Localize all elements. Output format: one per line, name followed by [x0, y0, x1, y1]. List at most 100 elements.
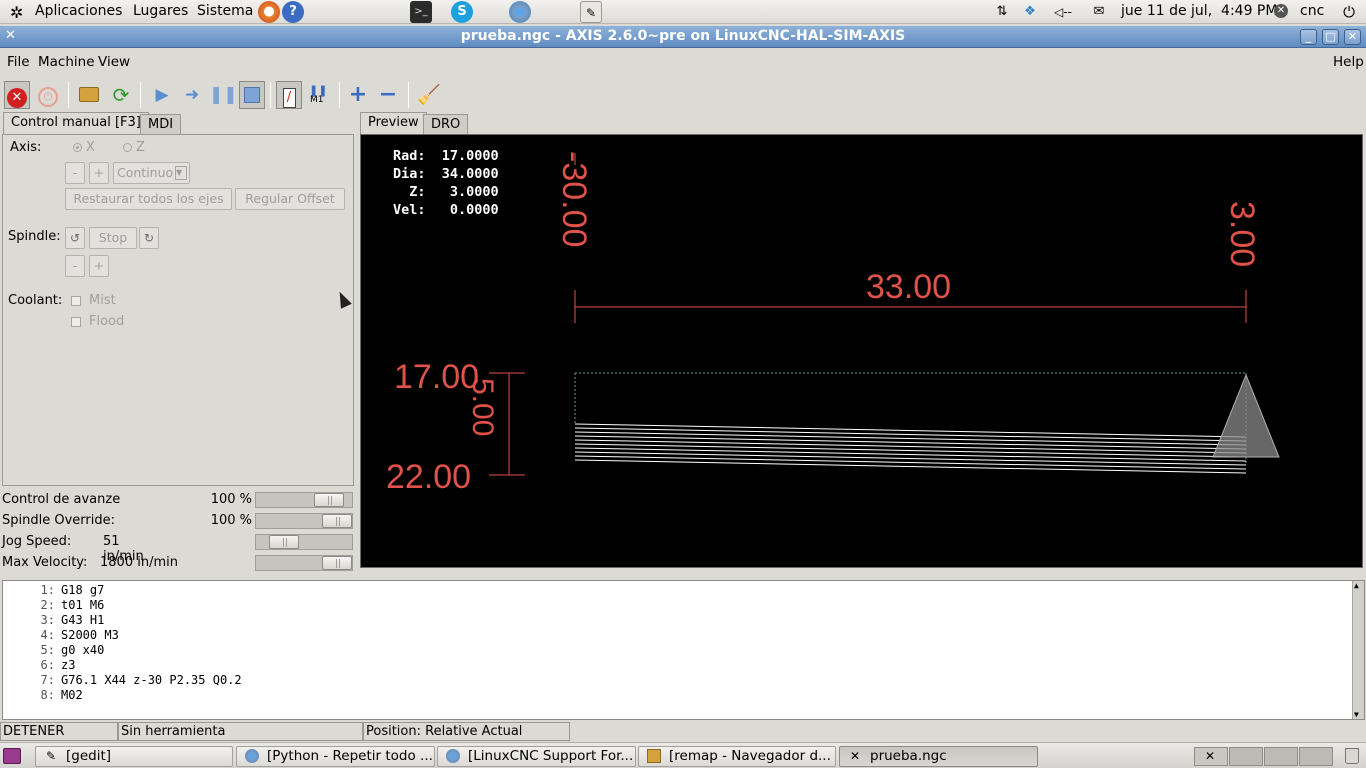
menu-machine[interactable]: Machine	[38, 54, 95, 70]
menu-applications[interactable]: Aplicaciones	[35, 3, 122, 19]
minimize-icon[interactable]: _	[1300, 29, 1317, 45]
vertical-scrollbar[interactable]: ▲ ▼	[1352, 581, 1364, 719]
power-icon[interactable]: ⏻	[1338, 1, 1360, 23]
menu-system[interactable]: Sistema	[197, 3, 253, 19]
ubuntu-logo-icon[interactable]: ✲	[10, 3, 23, 22]
menu-view[interactable]: View	[98, 54, 130, 70]
zoom-in-button[interactable]: +	[345, 81, 371, 109]
toolbar-separator	[68, 82, 69, 108]
menu-help[interactable]: Help	[1333, 54, 1364, 70]
line-code: M02	[61, 688, 83, 702]
dim-length-label: 33.00	[866, 268, 951, 306]
spindle-faster-button[interactable]: +	[89, 255, 109, 277]
axis-z-label: Z	[136, 140, 145, 155]
machine-power-button[interactable]: ⏻	[35, 81, 61, 109]
trash-icon[interactable]	[1345, 748, 1359, 764]
show-desktop-icon[interactable]	[3, 748, 21, 764]
taskbar-item-linuxcnc-forum[interactable]: [LinuxCNC Support For...	[437, 746, 636, 767]
spindle-ccw-button[interactable]: ↺	[65, 227, 85, 249]
volume-icon[interactable]: ◁--	[1050, 1, 1076, 23]
spindle-cw-button[interactable]: ↻	[139, 227, 159, 249]
window-titlebar[interactable]: ✕ prueba.ngc - AXIS 2.6.0~pre on LinuxCN…	[0, 26, 1366, 48]
axis-x-radio[interactable]: X	[73, 140, 95, 155]
step-button[interactable]: ➜	[179, 81, 205, 109]
spindle-stop-button[interactable]: Stop	[89, 227, 137, 249]
line-code: G18 g7	[61, 583, 105, 597]
skype-icon[interactable]: S	[451, 1, 473, 23]
maximize-icon[interactable]: □	[1322, 29, 1339, 45]
touch-off-button[interactable]: Regular Offset	[235, 188, 345, 210]
feed-override-label: Control de avanze	[2, 492, 121, 507]
block-delete-button[interactable]: /	[276, 81, 302, 109]
slider-thumb[interactable]	[322, 514, 352, 528]
axis-z-radio[interactable]: Z	[123, 140, 145, 155]
line-code: t01 M6	[61, 598, 105, 612]
spindle-slower-button[interactable]: -	[65, 255, 85, 277]
tab-manual-control[interactable]: Control manual [F3]	[3, 112, 149, 135]
help-icon[interactable]: ?	[282, 1, 304, 23]
dropbox-icon[interactable]: ❖	[1019, 1, 1041, 23]
jog-speed-slider[interactable]	[255, 534, 353, 550]
taskbar-item-remap[interactable]: [remap - Navegador d...	[638, 746, 836, 767]
toolpath-canvas: -30.00 3.00 33.00 17.00 22.00 5.00	[386, 151, 1280, 496]
workspace-1[interactable]: ✕	[1194, 747, 1228, 766]
slider-thumb[interactable]	[314, 493, 344, 507]
menu-places[interactable]: Lugares	[133, 3, 188, 19]
mist-label: Mist	[89, 293, 116, 308]
toolbar: ✕ ⏻ ⟳ ▶ ➜ ❚❚ / ❚❚ M1 + − 🧹	[0, 78, 1366, 112]
terminal-icon[interactable]: >_	[410, 1, 432, 23]
pause-button[interactable]: ❚❚	[209, 81, 238, 109]
reload-button[interactable]: ⟳	[108, 81, 134, 109]
workspace-3[interactable]	[1264, 747, 1298, 766]
user-status-icon[interactable]: ✕	[1274, 4, 1288, 18]
open-file-button[interactable]	[76, 81, 102, 109]
zoom-out-button[interactable]: −	[375, 81, 401, 109]
network-icon[interactable]: ⇅	[991, 1, 1013, 23]
line-code: S2000 M3	[61, 628, 119, 642]
clock[interactable]: jue 11 de jul, 4:49 PM	[1121, 3, 1277, 19]
toolbar-separator	[339, 82, 340, 108]
mist-checkbox[interactable]: Mist	[71, 293, 116, 308]
gcode-listing[interactable]: 1: G18 g7 2: t01 M6 3: G43 H1 4: S2000 M3 5:…	[2, 580, 1365, 720]
workspace-4[interactable]	[1299, 747, 1333, 766]
spindle-override-slider[interactable]	[255, 513, 353, 529]
estop-button[interactable]: ✕	[4, 81, 30, 109]
max-velocity-slider[interactable]	[255, 555, 353, 571]
tab-preview[interactable]: Preview	[360, 112, 427, 135]
text-editor-icon[interactable]: ✎	[580, 1, 602, 23]
firefox-icon[interactable]: ●	[258, 1, 280, 23]
threading-passes	[574, 423, 1247, 474]
taskbar-item-axis[interactable]: ✕ prueba.ngc	[839, 746, 1038, 767]
clear-plot-button[interactable]: 🧹	[416, 81, 442, 109]
jog-plus-button[interactable]: +	[89, 162, 109, 184]
line-number: 1:	[40, 583, 55, 597]
flood-label: Flood	[89, 314, 125, 329]
close-icon[interactable]: ✕	[1344, 29, 1361, 45]
chromium-icon[interactable]	[509, 1, 531, 23]
slider-thumb[interactable]	[322, 556, 352, 570]
taskbar-item-gedit[interactable]: ✎ [gedit]	[35, 746, 233, 767]
menu-file[interactable]: File	[7, 54, 30, 70]
slider-thumb[interactable]	[269, 535, 299, 549]
jog-increment-select[interactable]: Continuo ▼	[113, 162, 190, 184]
home-all-button[interactable]: Restaurar todos los ejes	[65, 188, 232, 210]
scroll-down-icon[interactable]: ▼	[1354, 710, 1359, 719]
user-name[interactable]: cnc	[1300, 3, 1324, 19]
mail-icon[interactable]: ✉	[1088, 1, 1110, 23]
line-number: 5:	[40, 643, 55, 657]
stop-button[interactable]	[239, 81, 265, 109]
run-button[interactable]: ▶	[149, 81, 175, 109]
coolant-label: Coolant:	[8, 293, 63, 308]
optional-stop-button[interactable]: ❚❚ M1	[306, 81, 332, 109]
tab-dro[interactable]: DRO	[423, 114, 469, 135]
flood-checkbox[interactable]: Flood	[71, 314, 124, 329]
toolpath-preview[interactable]: Rad: 17.0000 Dia: 34.0000 Z: 3.0000 Vel:…	[360, 134, 1363, 568]
feed-override-slider[interactable]	[255, 492, 353, 508]
block-delete-icon: /	[282, 88, 296, 108]
taskbar-item-python[interactable]: [Python - Repetir todo ...	[236, 746, 435, 767]
jog-minus-button[interactable]: -	[65, 162, 85, 184]
scroll-up-icon[interactable]: ▲	[1354, 581, 1359, 590]
checkbox-icon	[71, 295, 81, 306]
tab-mdi[interactable]: MDI	[140, 114, 182, 135]
workspace-2[interactable]	[1229, 747, 1263, 766]
